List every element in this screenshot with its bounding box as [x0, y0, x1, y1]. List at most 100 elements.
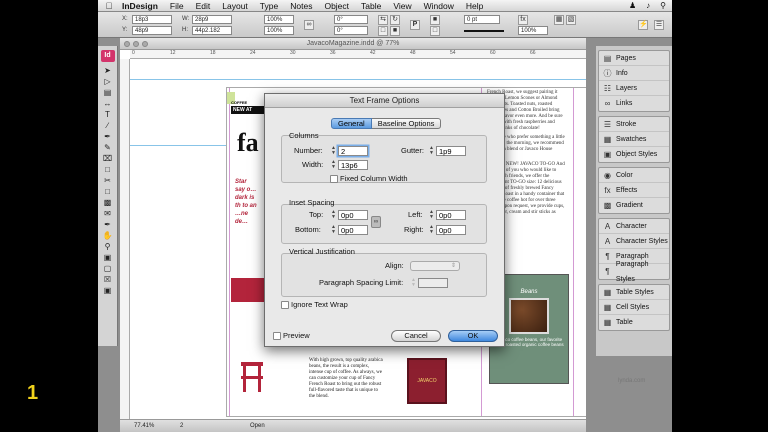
right-stepper-icon[interactable]: ▲ ▼ — [428, 225, 435, 235]
panel-table[interactable]: ▦ Table — [599, 315, 669, 330]
panel-info[interactable]: ⓘ Info — [599, 66, 669, 81]
type-tool-icon[interactable]: T — [101, 110, 115, 120]
rectangle-frame-tool-icon[interactable]: ⌧ — [101, 154, 115, 164]
menu-view[interactable]: View — [387, 0, 417, 12]
menu-table[interactable]: Table — [355, 0, 387, 12]
select-content-icon[interactable]: ■ — [390, 26, 400, 36]
flip-icon[interactable]: ⇆ — [378, 15, 388, 25]
menu-type[interactable]: Type — [254, 0, 284, 12]
panel-links[interactable]: ∞ Links — [599, 96, 669, 111]
tab-baseline-options[interactable]: Baseline Options — [371, 118, 442, 129]
minimize-window-icon[interactable] — [133, 41, 139, 47]
selection-tool-icon[interactable]: ➤ — [101, 66, 115, 76]
app-menu[interactable]: InDesign — [116, 0, 164, 12]
menu-window[interactable]: Window — [418, 0, 460, 12]
free-transform-tool-icon[interactable]: □ — [101, 187, 115, 197]
top-inset-field[interactable]: 0p0 — [338, 210, 368, 220]
spotlight-icon[interactable]: ⚲ — [660, 0, 666, 12]
tab-general[interactable]: General — [331, 118, 372, 129]
constrain-icon[interactable]: ∞ — [304, 20, 314, 30]
guide-horizontal[interactable] — [130, 79, 586, 80]
panel-object-styles[interactable]: ▣ Object Styles — [599, 147, 669, 162]
fixed-column-width-checkbox[interactable] — [330, 175, 338, 183]
bottom-inset-field[interactable]: 0p0 — [338, 225, 368, 235]
scale-y-field[interactable]: 100% — [264, 26, 294, 35]
wrap-icon-1[interactable]: ▦ — [554, 15, 564, 25]
ok-button[interactable]: OK — [448, 330, 498, 342]
fill-stroke-swatch-icon[interactable]: ▣ — [101, 253, 115, 263]
panel-layers[interactable]: ☷ Layers — [599, 81, 669, 96]
rotate-field[interactable]: 0° — [334, 15, 368, 24]
apply-none-icon[interactable]: ☒ — [101, 275, 115, 285]
fill-icon[interactable]: ■ — [430, 15, 440, 25]
panel-pages[interactable]: ▤ Pages — [599, 51, 669, 66]
scale-x-field[interactable]: 100% — [264, 15, 294, 24]
panel-swatches[interactable]: ▦ Swatches — [599, 132, 669, 147]
cancel-button[interactable]: Cancel — [391, 330, 441, 342]
horizontal-ruler[interactable]: 0 12 18 24 30 36 42 48 54 60 66 — [130, 50, 586, 59]
line-tool-icon[interactable]: ∕ — [101, 121, 115, 131]
pen-tool-icon[interactable]: ✒ — [101, 132, 115, 142]
close-window-icon[interactable] — [124, 41, 130, 47]
ignore-text-wrap-checkbox[interactable] — [281, 301, 289, 309]
scissors-tool-icon[interactable]: ✂ — [101, 176, 115, 186]
paragraph-icon[interactable]: P — [410, 20, 420, 30]
gradient-tool-icon[interactable]: ▩ — [101, 198, 115, 208]
stroke-icon[interactable]: □ — [430, 26, 440, 36]
bottom-stepper-icon[interactable]: ▲ ▼ — [330, 225, 337, 235]
left-stepper-icon[interactable]: ▲ ▼ — [428, 210, 435, 220]
default-colors-icon[interactable]: ▢ — [101, 264, 115, 274]
control-menu-icon[interactable]: ☰ — [654, 20, 664, 30]
spacing-stepper-icon[interactable]: ▲ ▼ — [410, 278, 417, 288]
menu-object[interactable]: Object — [318, 0, 355, 12]
stroke-type-preview[interactable] — [464, 30, 504, 32]
gutter-field[interactable]: 1p9 — [436, 146, 466, 156]
y-field[interactable]: 48p9 — [132, 26, 172, 35]
opacity-field[interactable]: 100% — [518, 26, 548, 35]
lightning-icon[interactable]: ⚡ — [638, 20, 648, 30]
note-tool-icon[interactable]: ✉ — [101, 209, 115, 219]
rotate-icon[interactable]: ↻ — [390, 15, 400, 25]
zoom-window-icon[interactable] — [142, 41, 148, 47]
rectangle-tool-icon[interactable]: □ — [101, 165, 115, 175]
zoom-tool-icon[interactable]: ⚲ — [101, 242, 115, 252]
top-stepper-icon[interactable]: ▲ ▼ — [330, 210, 337, 220]
select-container-icon[interactable]: □ — [378, 26, 388, 36]
apple-menu-icon[interactable]:  — [102, 1, 116, 11]
number-stepper-icon[interactable]: ▲ ▼ — [330, 146, 337, 156]
stroke-weight-field[interactable]: 0 pt — [464, 15, 500, 24]
wrap-icon-2[interactable]: ▧ — [566, 15, 576, 25]
width-field[interactable]: 13p6 — [338, 160, 368, 170]
menu-layout[interactable]: Layout — [216, 0, 254, 12]
left-inset-field[interactable]: 0p0 — [436, 210, 466, 220]
panel-character[interactable]: A Character — [599, 219, 669, 234]
gap-tool-icon[interactable]: ↔ — [101, 99, 115, 109]
user-icon[interactable]: ♟ — [629, 0, 636, 12]
panel-paragraph-styles[interactable]: ¶ Paragraph Styles — [599, 261, 669, 283]
volume-icon[interactable]: ♪ — [646, 0, 650, 12]
eyedropper-tool-icon[interactable]: ✒ — [101, 220, 115, 230]
width-stepper-icon[interactable]: ▲ ▼ — [330, 160, 337, 170]
hand-tool-icon[interactable]: ✋ — [101, 231, 115, 241]
panel-stroke[interactable]: ☰ Stroke — [599, 117, 669, 132]
paragraph-spacing-field[interactable] — [418, 278, 448, 288]
preview-checkbox[interactable] — [273, 332, 281, 340]
view-mode-icon[interactable]: ▣ — [101, 286, 115, 296]
panel-color[interactable]: ◉ Color — [599, 168, 669, 183]
panel-cell-styles[interactable]: ▦ Cell Styles — [599, 300, 669, 315]
direct-selection-tool-icon[interactable]: ▷ — [101, 77, 115, 87]
pencil-tool-icon[interactable]: ✎ — [101, 143, 115, 153]
menu-edit[interactable]: Edit — [190, 0, 217, 12]
align-dropdown[interactable]: ⇕ — [410, 261, 460, 271]
zoom-level[interactable]: 77.41% — [134, 423, 154, 429]
panel-table-styles[interactable]: ▦ Table Styles — [599, 285, 669, 300]
w-field[interactable]: 28p9 — [192, 15, 232, 24]
panel-effects[interactable]: fx Effects — [599, 183, 669, 198]
chain-link-icon[interactable]: ∞ — [371, 216, 381, 228]
panel-character-styles[interactable]: A Character Styles — [599, 234, 669, 249]
menu-file[interactable]: File — [164, 0, 190, 12]
right-inset-field[interactable]: 0p0 — [436, 225, 466, 235]
gutter-stepper-icon[interactable]: ▲ ▼ — [428, 146, 435, 156]
page-tool-icon[interactable]: ▤ — [101, 88, 115, 98]
h-field[interactable]: 44p2.182 — [192, 26, 232, 35]
